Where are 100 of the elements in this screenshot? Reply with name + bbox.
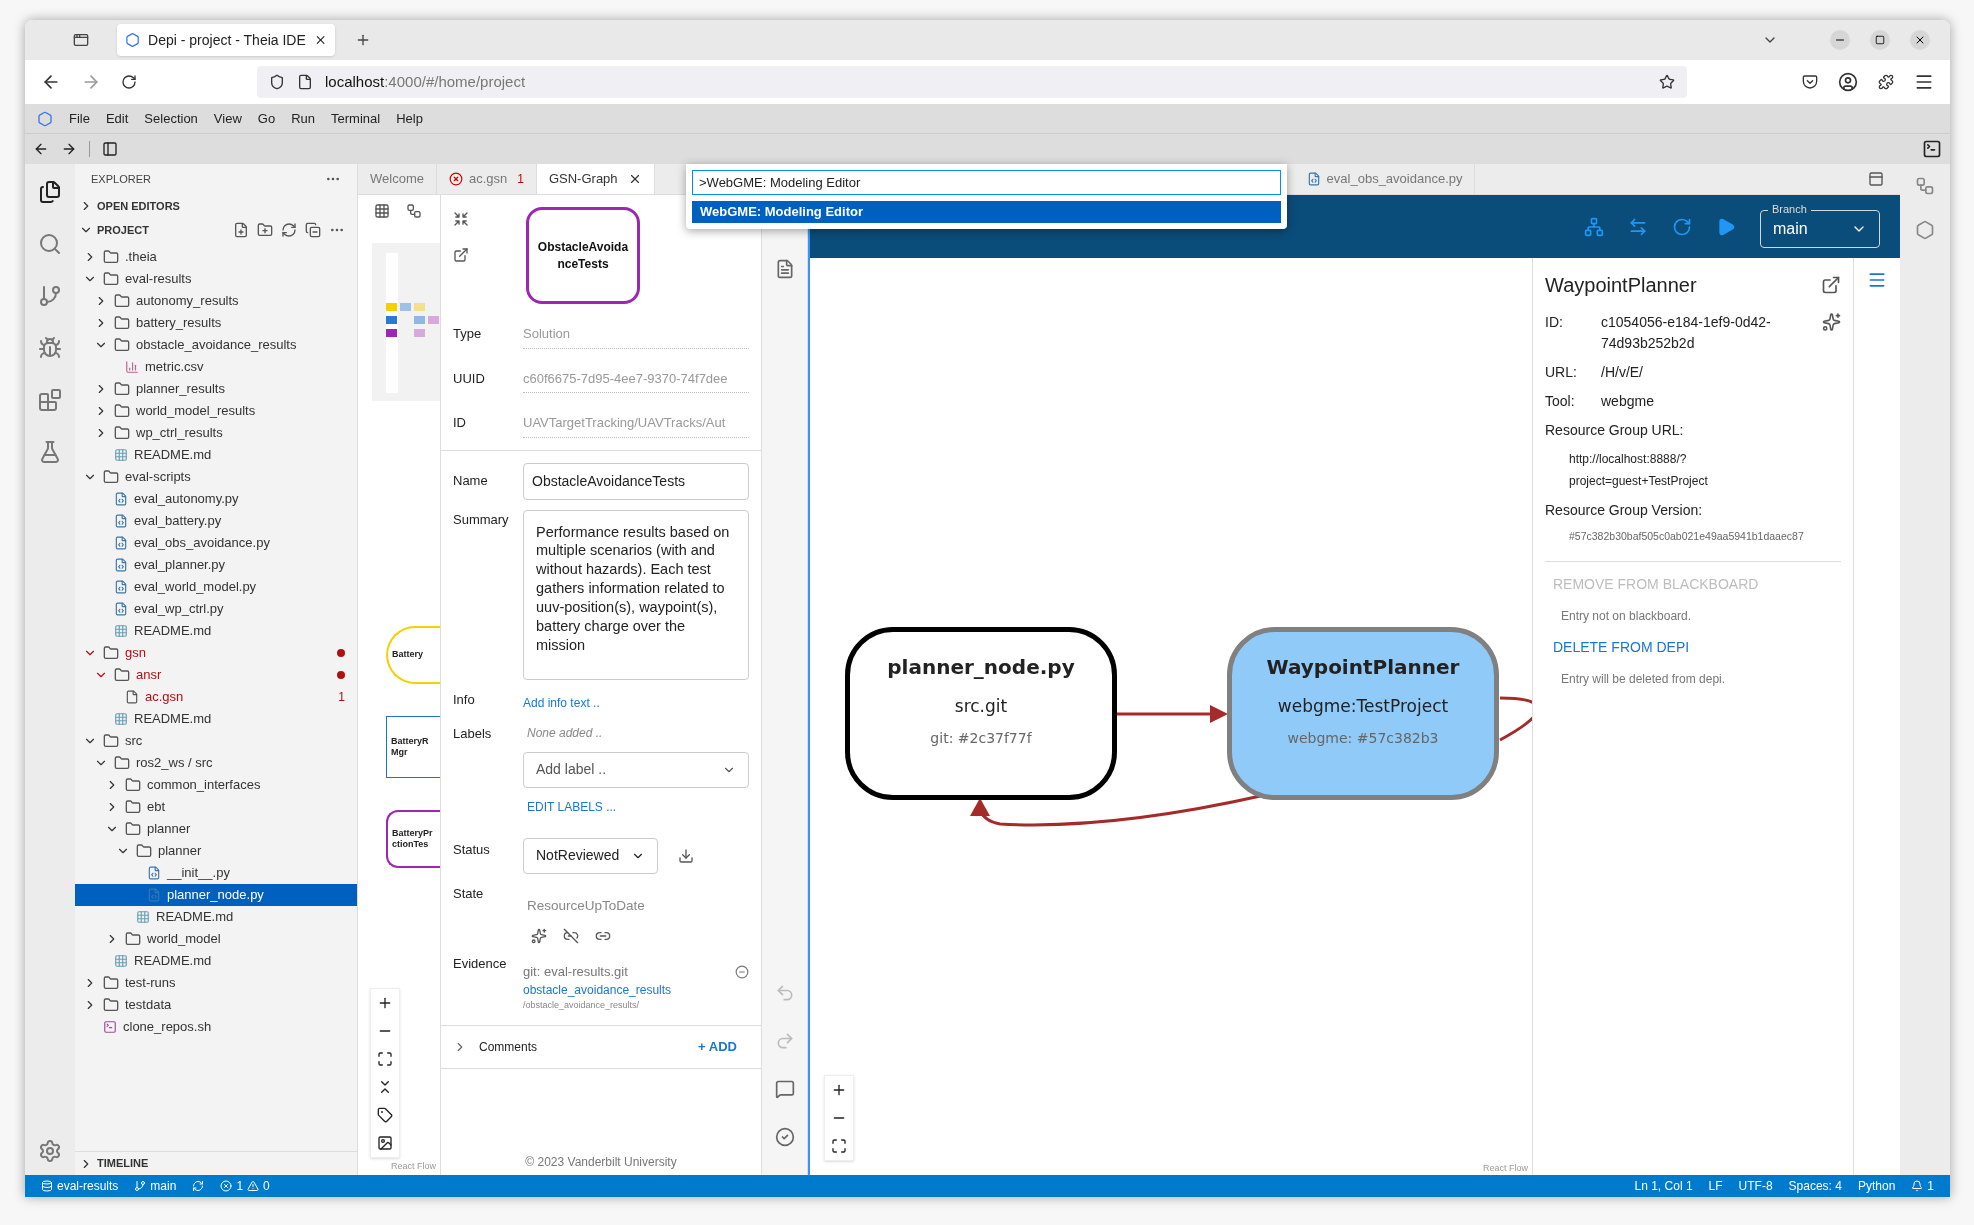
action-button[interactable]: DELETE FROM DEPI xyxy=(1553,636,1690,658)
menu-item[interactable]: View xyxy=(213,108,242,129)
fit-view-icon[interactable] xyxy=(831,1138,847,1154)
status-item[interactable]: UTF-8 xyxy=(1738,1177,1773,1195)
status-item[interactable]: 1 0 xyxy=(220,1177,270,1195)
graph-node[interactable]: BatteryR Mgr xyxy=(386,716,440,778)
collapse-icon[interactable] xyxy=(453,211,469,227)
diagram-icon[interactable] xyxy=(1915,176,1935,196)
graph-node[interactable]: WaypointPlanner webgme:TestProject webgme: #57c382b3 xyxy=(1227,627,1499,800)
refresh-icon[interactable] xyxy=(281,222,297,238)
external-link-icon[interactable] xyxy=(1821,275,1841,295)
menu-item[interactable]: File xyxy=(69,108,90,129)
tree-item[interactable]: battery_results xyxy=(75,312,357,334)
close-icon[interactable] xyxy=(1914,34,1926,46)
editor-tab[interactable]: GSN-Graph xyxy=(536,164,655,194)
sidebar-toggle-icon[interactable] xyxy=(102,141,118,157)
pocket-icon[interactable] xyxy=(1802,74,1818,90)
edit-labels-button[interactable]: EDIT LABELS ... xyxy=(523,797,617,816)
tree-item[interactable]: gsn xyxy=(75,642,357,664)
status-item[interactable]: eval-results xyxy=(41,1177,119,1195)
explorer-icon[interactable] xyxy=(38,180,62,204)
graph-node[interactable]: planner_node.py src.git git: #2c37f77f xyxy=(845,627,1117,800)
tree-item[interactable]: eval_planner.py xyxy=(75,554,357,576)
tree-item[interactable]: ebt xyxy=(75,796,357,818)
tree-item[interactable]: README.md xyxy=(75,444,357,466)
tree-item[interactable]: eval_autonomy.py xyxy=(75,488,357,510)
status-item[interactable]: Python xyxy=(1857,1177,1896,1195)
fit-view-icon[interactable] xyxy=(377,1050,393,1067)
new-file-icon[interactable] xyxy=(233,222,249,238)
tree-item[interactable]: planner xyxy=(75,818,357,840)
add-comment-button[interactable]: + ADD xyxy=(698,1037,749,1057)
menu-icon[interactable] xyxy=(1914,72,1934,92)
menu-item[interactable]: Edit xyxy=(105,108,129,129)
tree-item[interactable]: planner_node.py xyxy=(75,884,357,906)
tree-item[interactable]: autonomy_results xyxy=(75,290,357,312)
search-icon[interactable] xyxy=(38,232,62,256)
tree-item[interactable]: world_model_results xyxy=(75,400,357,422)
tree-item[interactable]: ac.gsn 1 xyxy=(75,686,357,708)
sparkle-icon[interactable] xyxy=(531,927,547,944)
hierarchy-icon[interactable] xyxy=(1584,216,1604,237)
tree-item[interactable]: eval_world_model.py xyxy=(75,576,357,598)
refresh-icon[interactable] xyxy=(1672,216,1692,237)
unlink-icon[interactable] xyxy=(563,927,579,944)
tree-item[interactable]: test-runs xyxy=(75,972,357,994)
forward-icon[interactable] xyxy=(61,141,77,157)
sparkle-icon[interactable] xyxy=(1821,312,1841,332)
tree-item[interactable]: src xyxy=(75,730,357,752)
status-item[interactable]: 1 xyxy=(1911,1177,1934,1195)
back-icon[interactable] xyxy=(33,141,49,157)
tree-item[interactable]: testdata xyxy=(75,994,357,1016)
status-item[interactable]: LF xyxy=(1708,1177,1723,1195)
zoom-in-icon[interactable] xyxy=(831,1082,847,1098)
section-header[interactable]: OPEN EDITORS xyxy=(75,194,357,218)
new-tab-icon[interactable] xyxy=(355,32,371,48)
hexagon-icon[interactable] xyxy=(1915,220,1935,240)
debug-icon[interactable] xyxy=(38,336,62,360)
tree-item[interactable]: common_interfaces xyxy=(75,774,357,796)
name-field[interactable]: ObstacleAvoidanceTests xyxy=(523,462,749,500)
swap-icon[interactable] xyxy=(1628,216,1648,237)
check-icon[interactable] xyxy=(774,1127,795,1147)
account-icon[interactable] xyxy=(1838,72,1858,92)
collapse-icon[interactable] xyxy=(305,222,321,238)
tree-item[interactable]: README.md xyxy=(75,906,357,928)
new-folder-icon[interactable] xyxy=(257,222,273,238)
status-select[interactable]: NotReviewed xyxy=(523,837,659,874)
download-icon[interactable] xyxy=(678,847,695,864)
menu-item[interactable]: Run xyxy=(291,108,315,129)
tree-item[interactable]: eval_wp_ctrl.py xyxy=(75,598,357,620)
terminal-icon[interactable] xyxy=(1922,139,1942,159)
tree-item[interactable]: planner xyxy=(75,840,357,862)
menu-item[interactable]: Go xyxy=(257,108,276,129)
tree-item[interactable]: __init__.py xyxy=(75,862,357,884)
command-item[interactable]: WebGME: Modeling Editor xyxy=(692,201,1281,223)
layout-icon[interactable] xyxy=(406,203,422,219)
address-bar[interactable]: localhost:4000/#/home/project xyxy=(257,66,1687,98)
browser-tab[interactable]: Depi - project - Theia IDE xyxy=(117,24,335,56)
menu-item[interactable]: Terminal xyxy=(331,108,381,129)
graph-node[interactable]: BatteryPr ctionTes xyxy=(386,810,440,868)
tree-item[interactable]: ros2_ws / src xyxy=(75,752,357,774)
play-icon[interactable] xyxy=(1716,216,1736,237)
tree-item[interactable]: metric.csv xyxy=(75,356,357,378)
tree-item[interactable]: README.md xyxy=(75,950,357,972)
source-control-icon[interactable] xyxy=(38,284,62,308)
tree-item[interactable]: eval_battery.py xyxy=(75,510,357,532)
tree-item[interactable]: clone_repos.sh xyxy=(75,1016,357,1038)
tree-item[interactable]: wp_ctrl_results xyxy=(75,422,357,444)
bookmark-icon[interactable] xyxy=(1659,74,1675,90)
status-item[interactable]: Ln 1, Col 1 xyxy=(1634,1177,1693,1195)
remove-icon[interactable] xyxy=(735,964,749,979)
tree-item[interactable]: eval-scripts xyxy=(75,466,357,488)
grid-icon[interactable] xyxy=(374,203,390,219)
reload-icon[interactable] xyxy=(121,74,137,90)
tree-item[interactable]: .theia xyxy=(75,246,357,268)
graph-node[interactable]: Battery xyxy=(386,626,440,684)
extensions-icon[interactable] xyxy=(1878,74,1894,90)
layout-icon[interactable] xyxy=(1868,171,1884,187)
section-header[interactable]: PROJECT xyxy=(75,221,153,239)
menu-item[interactable]: Help xyxy=(396,108,423,129)
add-label-select[interactable]: Add label .. xyxy=(523,751,749,788)
summary-field[interactable]: Performance results based on multiple scenarios (with and without hazards). Each test gathers information related to uuv-position(s), waypoint(s), battery charge over the mission xyxy=(523,509,749,680)
